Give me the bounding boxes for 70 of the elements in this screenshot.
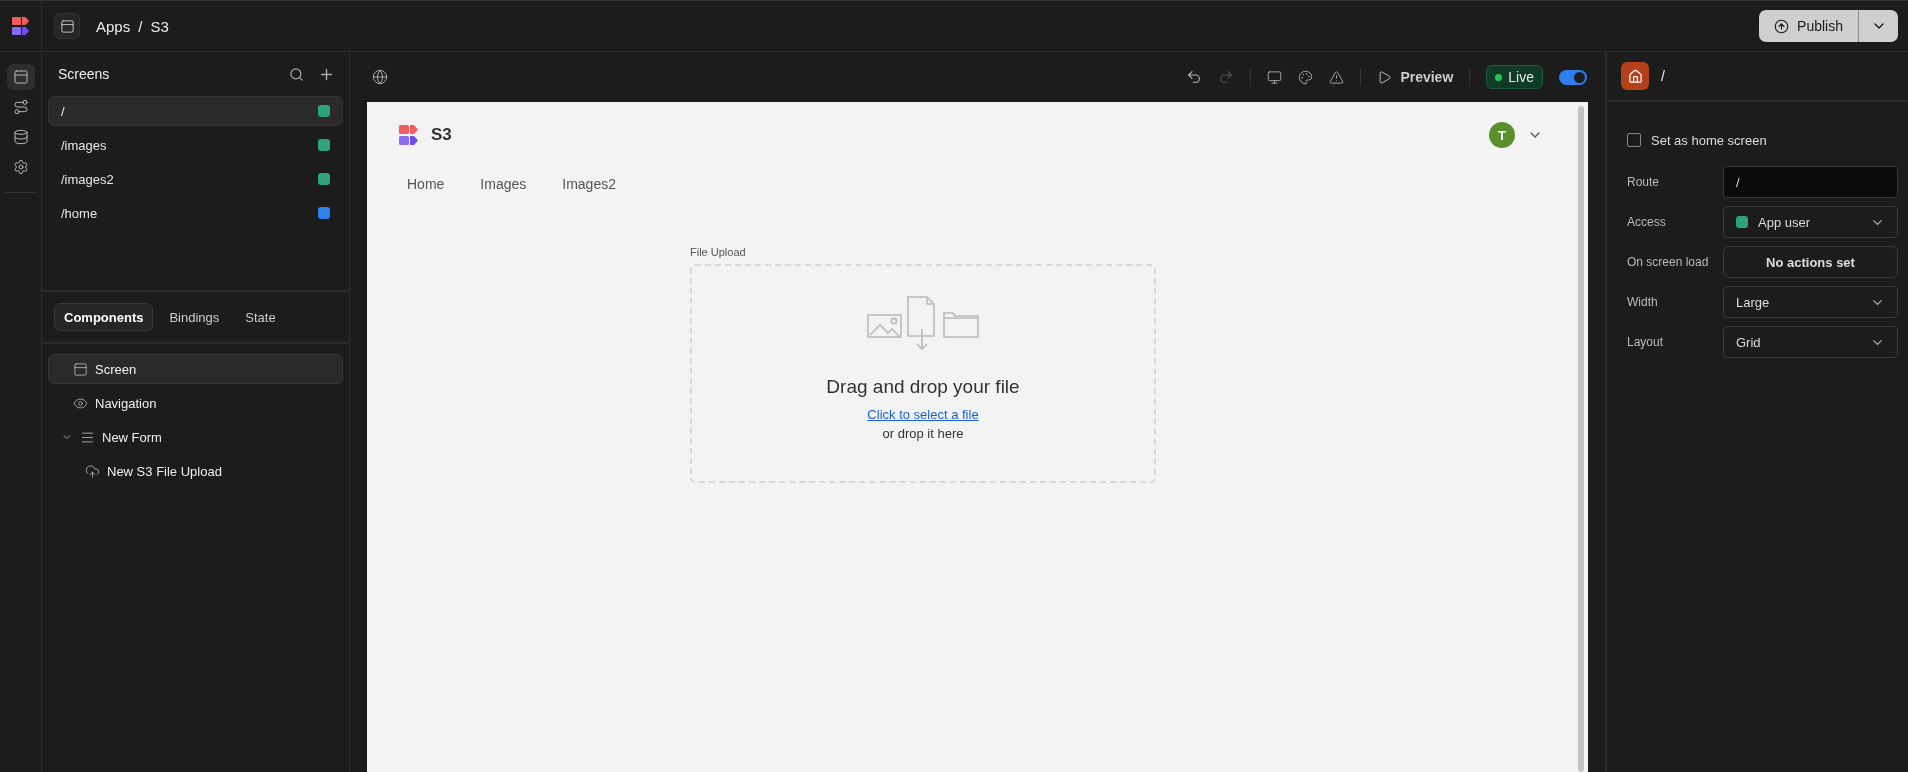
app-icon-button[interactable] (54, 13, 80, 39)
route-list-item[interactable]: /images (48, 130, 343, 160)
actions-button[interactable]: No actions set (1723, 246, 1898, 278)
screen-title: / (1661, 68, 1665, 84)
field-label: On screen load (1627, 255, 1710, 269)
nav-link[interactable]: Home (407, 176, 445, 192)
route-list-item[interactable]: /home (48, 198, 343, 228)
logo-icon (399, 125, 419, 145)
checkbox-label: Set as home screen (1651, 132, 1767, 148)
preview-button[interactable]: Preview (1377, 69, 1454, 85)
route-input[interactable]: / (1723, 166, 1898, 198)
field-label: Layout (1627, 335, 1665, 349)
field-label: Access (1627, 215, 1667, 229)
window-icon (59, 18, 75, 34)
publish-menu-button[interactable] (1858, 10, 1898, 42)
breadcrumb-item[interactable]: S3 (150, 17, 169, 35)
nav-link[interactable]: Images2 (562, 176, 616, 192)
component-item[interactable]: New S3 File Upload (48, 456, 343, 486)
component-label: Navigation (95, 395, 157, 411)
live-toggle[interactable] (1559, 69, 1587, 85)
globe-icon[interactable] (372, 69, 388, 85)
drop-hint: or drop it here (882, 426, 964, 441)
user-avatar[interactable]: T (1489, 122, 1515, 148)
breadcrumb-separator: / (138, 17, 143, 35)
select-field[interactable]: App user (1723, 206, 1898, 238)
panel-tab[interactable]: Components (54, 303, 154, 331)
screen-icon (73, 361, 88, 377)
screen-icon[interactable] (6, 64, 35, 90)
home-screen-checkbox[interactable] (1627, 133, 1641, 147)
select-file-link[interactable]: Click to select a file (867, 407, 979, 422)
breadcrumb-item[interactable]: Apps (96, 17, 131, 35)
field-label: File Upload (690, 246, 747, 258)
publish-button[interactable]: Publish (1759, 10, 1858, 42)
logo-icon (11, 17, 30, 35)
app-title: S3 (431, 125, 453, 145)
component-item[interactable]: Screen (48, 354, 343, 384)
component-item[interactable]: New Form (48, 422, 343, 452)
scrollbar[interactable] (1578, 106, 1584, 772)
panel-tab[interactable]: Bindings (159, 303, 230, 331)
component-item[interactable]: Navigation (48, 388, 343, 418)
live-badge: Live (1486, 65, 1543, 89)
select-field[interactable]: Grid (1723, 326, 1898, 358)
field-label: Route (1627, 175, 1661, 189)
screen-route: /images (61, 137, 108, 153)
component-label: New S3 File Upload (107, 463, 222, 479)
select-field[interactable]: Large (1723, 286, 1898, 318)
file-dropzone[interactable]: Drag and drop your file Click to select a file or drop it here (690, 264, 1156, 483)
cloud-upload-icon (85, 463, 100, 479)
monitor-icon[interactable] (1267, 69, 1283, 85)
search-icon[interactable] (289, 66, 304, 82)
palette-icon[interactable] (1298, 69, 1314, 85)
nav-link[interactable]: Images (480, 176, 527, 192)
warning-icon[interactable] (1329, 69, 1345, 85)
route-list-item[interactable]: /images2 (48, 164, 343, 194)
section-title: Screens (58, 66, 111, 82)
home-icon (1621, 62, 1649, 90)
route-list-item[interactable]: / (48, 96, 343, 126)
screen-route: /home (61, 205, 99, 221)
component-label: Screen (95, 361, 137, 377)
component-label: New Form (102, 429, 162, 445)
drop-prompt: Drag and drop your file (826, 376, 1020, 398)
lines-icon (80, 429, 95, 445)
upload-icon (1774, 18, 1790, 34)
undo-icon[interactable] (1186, 69, 1203, 85)
screen-route: /images2 (61, 171, 115, 187)
field-label: Width (1627, 295, 1659, 309)
screen-route: / (61, 103, 66, 119)
play-icon (1377, 69, 1393, 85)
eye-icon (73, 395, 88, 411)
panel-tab[interactable]: State (235, 303, 286, 331)
